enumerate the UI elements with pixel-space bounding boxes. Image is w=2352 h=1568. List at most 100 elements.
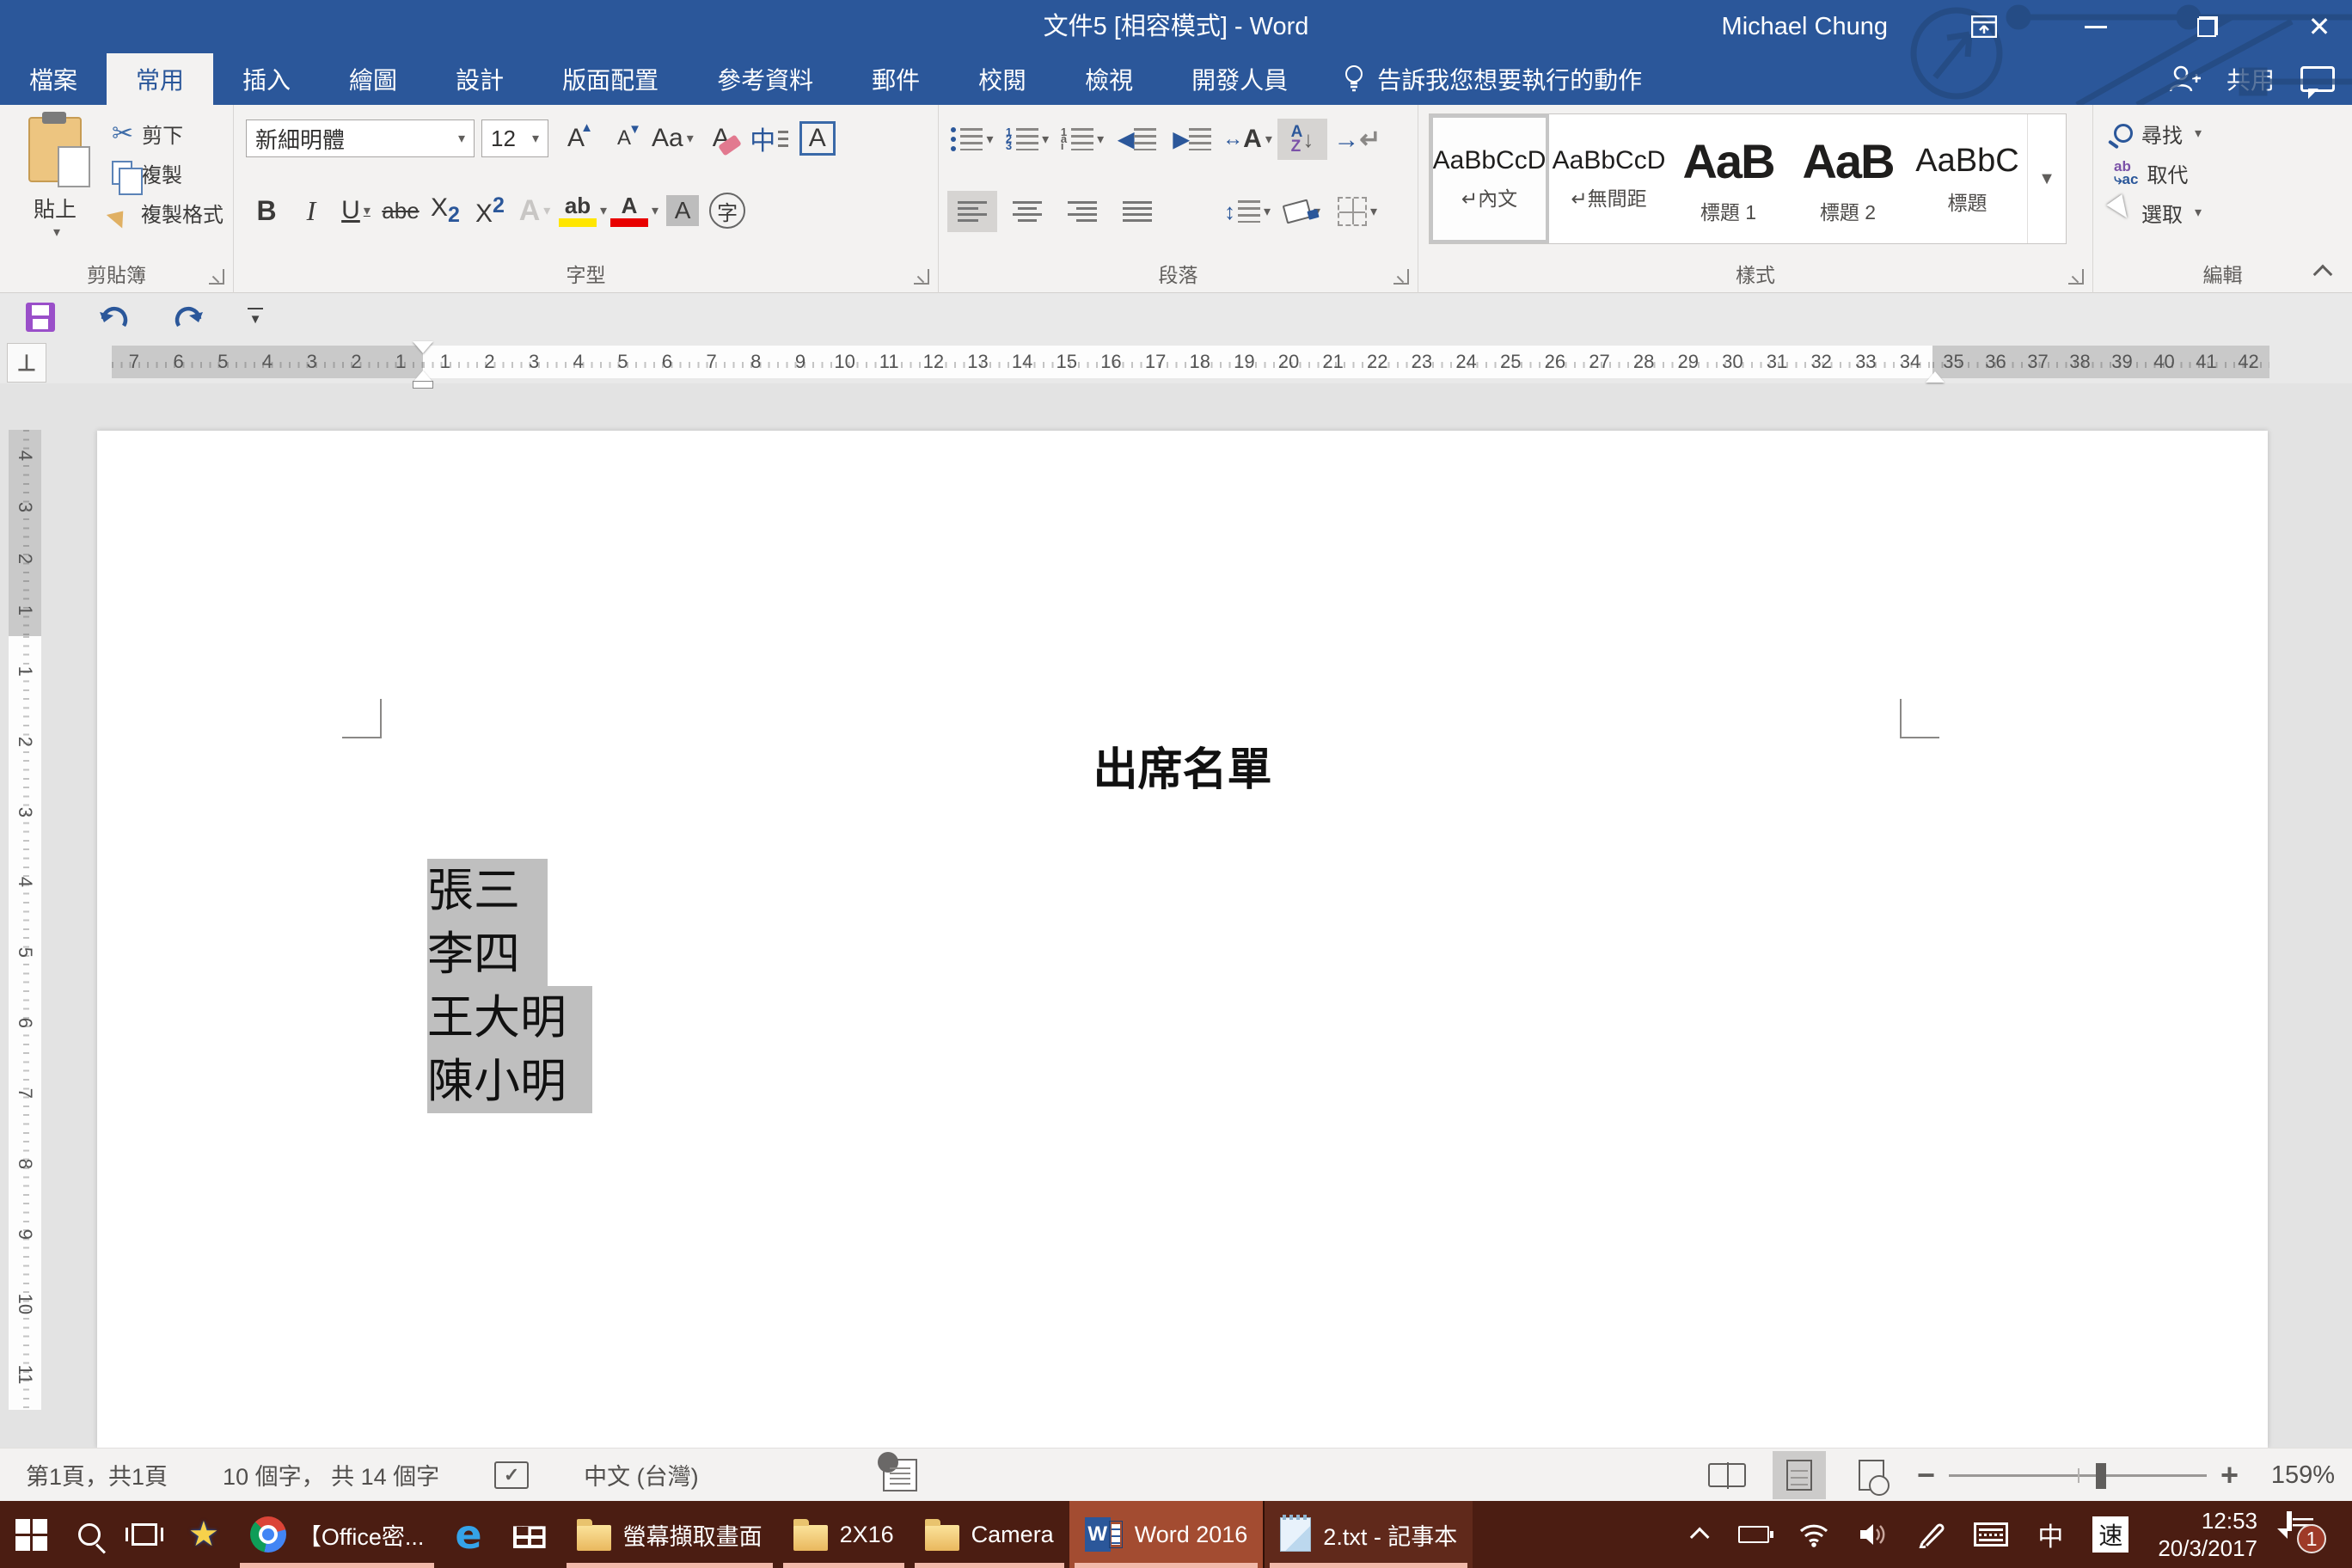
select-button[interactable]: 選取▾ [2107, 193, 2208, 232]
align-center-button[interactable] [1002, 191, 1052, 232]
taskbar-word-window[interactable]: W Word 2016 [1069, 1501, 1264, 1568]
asian-layout-button[interactable]: ↔A▾ [1222, 119, 1272, 160]
comments-icon[interactable] [2300, 66, 2335, 92]
tab-home[interactable]: 常用 [107, 53, 213, 105]
text-highlight-button[interactable]: ab▾ [559, 191, 607, 230]
proofing-status-icon[interactable]: ✓ [494, 1461, 529, 1489]
language-status[interactable]: 中文 (台灣) [584, 1458, 698, 1491]
font-color-button[interactable]: A▾ [610, 191, 658, 230]
style-heading-2[interactable]: AaB 標題 2 [1788, 114, 1908, 243]
zoom-slider-thumb[interactable] [2096, 1463, 2106, 1489]
taskbar-notepad-window[interactable]: 2.txt - 記事本 [1263, 1501, 1473, 1568]
minimize-button[interactable] [2063, 0, 2128, 53]
read-mode-button[interactable] [1700, 1451, 1754, 1499]
distribute-button[interactable] [1167, 191, 1217, 232]
zoom-level[interactable]: 159% [2257, 1461, 2335, 1490]
tab-file[interactable]: 檔案 [0, 53, 107, 105]
signed-in-user[interactable]: Michael Chung [1722, 0, 1888, 53]
grow-font-button[interactable]: A▲ [555, 119, 597, 158]
document-page[interactable]: 出席名單 張三李四王大明陳小明 [97, 431, 2268, 1448]
replace-button[interactable]: ab⤷ac取代 [2107, 153, 2208, 193]
task-view-button[interactable] [116, 1501, 173, 1568]
taskbar-pinned-star-app[interactable]: ★ [173, 1501, 235, 1568]
ribbon-display-options-button[interactable] [1951, 0, 2017, 53]
multilevel-list-button[interactable]: 1ai▾ [1057, 119, 1107, 160]
show-hide-marks-button[interactable]: →↵ [1332, 119, 1382, 160]
underline-button[interactable]: U▾ [335, 191, 377, 230]
taskbar-2x16-folder[interactable]: 2X16 [778, 1501, 910, 1568]
tab-draw[interactable]: 繪圖 [320, 53, 426, 105]
taskbar-clock[interactable]: 12:53 20/3/2017 [2158, 1507, 2257, 1562]
style-title[interactable]: AaBbC 標題 [1908, 114, 2027, 243]
right-indent-marker[interactable] [1926, 362, 1945, 383]
taskbar-search-button[interactable] [63, 1501, 116, 1568]
left-indent-marker[interactable] [413, 381, 433, 389]
numbering-button[interactable]: 123▾ [1002, 119, 1052, 160]
macro-recording-icon[interactable] [883, 1459, 917, 1491]
paragraph-dialog-launcher[interactable] [1393, 269, 1409, 285]
customize-qat-button[interactable]: ▼ [248, 308, 263, 328]
pen-icon[interactable] [1917, 1521, 1945, 1548]
page-number-status[interactable]: 第1頁，共1頁 [26, 1458, 168, 1491]
find-button[interactable]: 尋找▾ [2107, 113, 2208, 153]
subscript-button[interactable]: X2 [425, 191, 466, 230]
clear-formatting-button[interactable]: A [701, 119, 742, 158]
ime-language-indicator[interactable]: 中 [2037, 1516, 2063, 1553]
tab-view[interactable]: 檢視 [1056, 53, 1162, 105]
paste-dropdown-arrow[interactable]: ▾ [53, 224, 60, 241]
tab-design[interactable]: 設計 [426, 53, 533, 105]
ime-input-method-indicator[interactable]: 速 [2092, 1516, 2128, 1553]
tab-stop-selector[interactable]: ⊥ [7, 343, 46, 383]
restore-button[interactable] [2175, 0, 2240, 53]
print-layout-button[interactable] [1773, 1451, 1826, 1499]
increase-indent-button[interactable]: ▶ [1167, 119, 1217, 160]
styles-more-button[interactable]: ▼ [2027, 114, 2066, 243]
style-heading-1[interactable]: AaB 標題 1 [1669, 114, 1788, 243]
bullets-button[interactable]: ▾ [947, 119, 997, 160]
touch-keyboard-icon[interactable] [1974, 1522, 2008, 1547]
vertical-ruler[interactable]: 4321 1234567891011 [9, 383, 41, 1448]
text-effects-button[interactable]: A▾ [514, 191, 555, 230]
undo-button[interactable] [96, 300, 131, 334]
copy-button[interactable]: 複製 [105, 153, 230, 193]
tell-me-box[interactable]: 告訴我您想要執行的動作 [1343, 53, 1642, 105]
indent-markers[interactable] [409, 341, 437, 389]
battery-icon[interactable] [1738, 1526, 1769, 1543]
tray-overflow-chevron-icon[interactable] [1690, 1528, 1710, 1547]
taskbar-screenshots-folder[interactable]: 螢幕擷取畫面 [561, 1501, 778, 1568]
tab-review[interactable]: 校閱 [949, 53, 1056, 105]
hanging-indent-marker[interactable] [413, 360, 433, 383]
shrink-font-button[interactable]: A▼ [603, 119, 645, 158]
save-button[interactable] [26, 303, 55, 332]
taskbar-camera-folder[interactable]: Camera [910, 1501, 1069, 1568]
decrease-indent-button[interactable]: ◀ [1112, 119, 1162, 160]
web-layout-button[interactable] [1845, 1451, 1898, 1499]
zoom-slider[interactable] [1949, 1474, 2207, 1477]
share-button[interactable]: 共用 [2226, 62, 2275, 96]
bold-button[interactable]: B [246, 191, 287, 230]
zoom-out-button[interactable]: − [1917, 1467, 1935, 1484]
sort-button[interactable]: AZ↓ [1277, 119, 1327, 160]
character-shading-button[interactable]: A [662, 191, 703, 230]
justify-button[interactable] [1112, 191, 1162, 232]
action-center-button[interactable]: 1 [2287, 1514, 2331, 1555]
phonetic-guide-button[interactable]: 中 [749, 119, 790, 158]
line-spacing-button[interactable]: ↕▾ [1222, 191, 1272, 232]
font-dialog-launcher[interactable] [914, 269, 929, 285]
font-size-combobox[interactable]: 12▾ [481, 119, 548, 157]
font-name-combobox[interactable]: 新細明體▾ [246, 119, 475, 157]
shading-button[interactable]: ▾ [1277, 191, 1327, 232]
format-painter-button[interactable]: 複製格式 [105, 193, 230, 232]
styles-dialog-launcher[interactable] [2068, 269, 2084, 285]
character-border-button[interactable]: A [797, 119, 838, 158]
start-button[interactable] [0, 1501, 63, 1568]
clipboard-dialog-launcher[interactable] [209, 269, 224, 285]
close-button[interactable]: ✕ [2287, 0, 2352, 53]
tab-references[interactable]: 參考資料 [688, 53, 842, 105]
wifi-icon[interactable] [1798, 1522, 1829, 1547]
taskbar-store-button[interactable] [498, 1501, 561, 1568]
superscript-button[interactable]: X2 [469, 191, 511, 230]
align-right-button[interactable] [1057, 191, 1107, 232]
tab-insert[interactable]: 插入 [213, 53, 320, 105]
speaker-icon[interactable] [1859, 1522, 1888, 1547]
